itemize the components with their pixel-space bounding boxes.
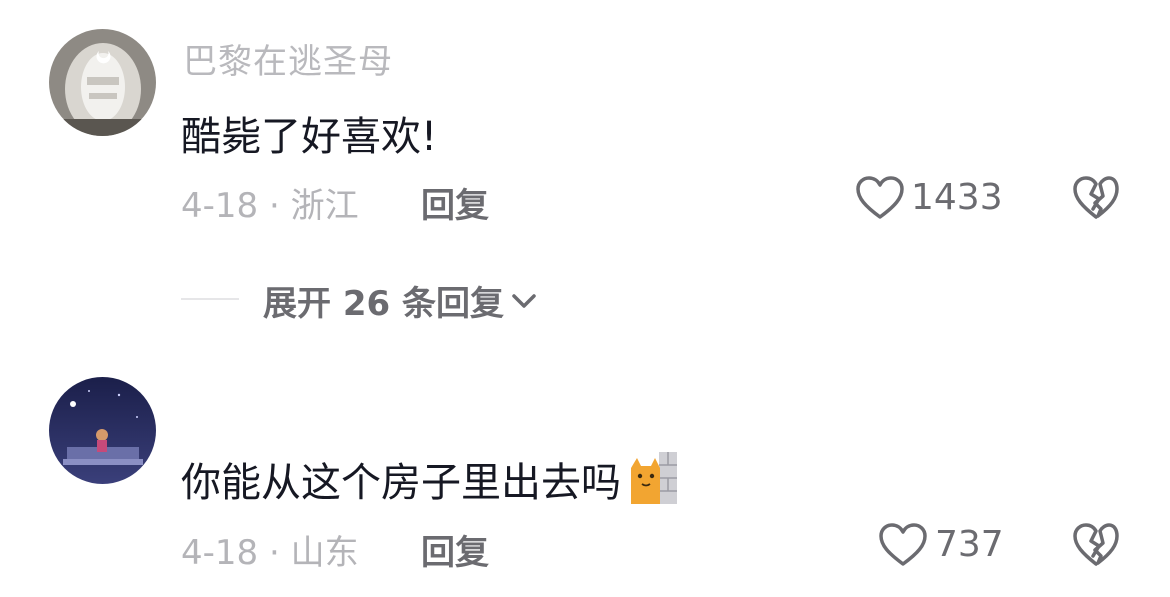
comment-meta: 4-18 · 浙江 (181, 186, 359, 226)
comment-text: 酷毙了好喜欢! (181, 114, 438, 160)
cat-peeking-emoji (629, 452, 677, 514)
like-count: 737 (935, 524, 1004, 565)
username[interactable]: 巴黎在逃圣母 (183, 34, 393, 83)
expand-replies-label: 展开 26 条回复 (263, 284, 504, 324)
comment-text: 你能从这个房子里出去吗 (181, 450, 677, 514)
broken-heart-icon[interactable] (1072, 175, 1120, 221)
heart-outline-icon[interactable] (878, 522, 928, 568)
reply-button[interactable]: 回复 (421, 178, 489, 227)
comment-text-content: 你能从这个房子里出去吗 (181, 460, 621, 506)
avatar[interactable] (49, 377, 156, 484)
like-count: 1433 (911, 177, 1003, 218)
expand-replies-button[interactable]: 展开 26 条回复 (263, 276, 538, 325)
comment-meta: 4-18 · 山东 (181, 533, 359, 573)
divider (181, 298, 239, 300)
reply-button[interactable]: 回复 (421, 525, 489, 574)
chevron-down-icon (512, 293, 536, 308)
avatar[interactable] (49, 29, 156, 136)
heart-outline-icon[interactable] (855, 175, 905, 221)
broken-heart-icon[interactable] (1072, 522, 1120, 568)
